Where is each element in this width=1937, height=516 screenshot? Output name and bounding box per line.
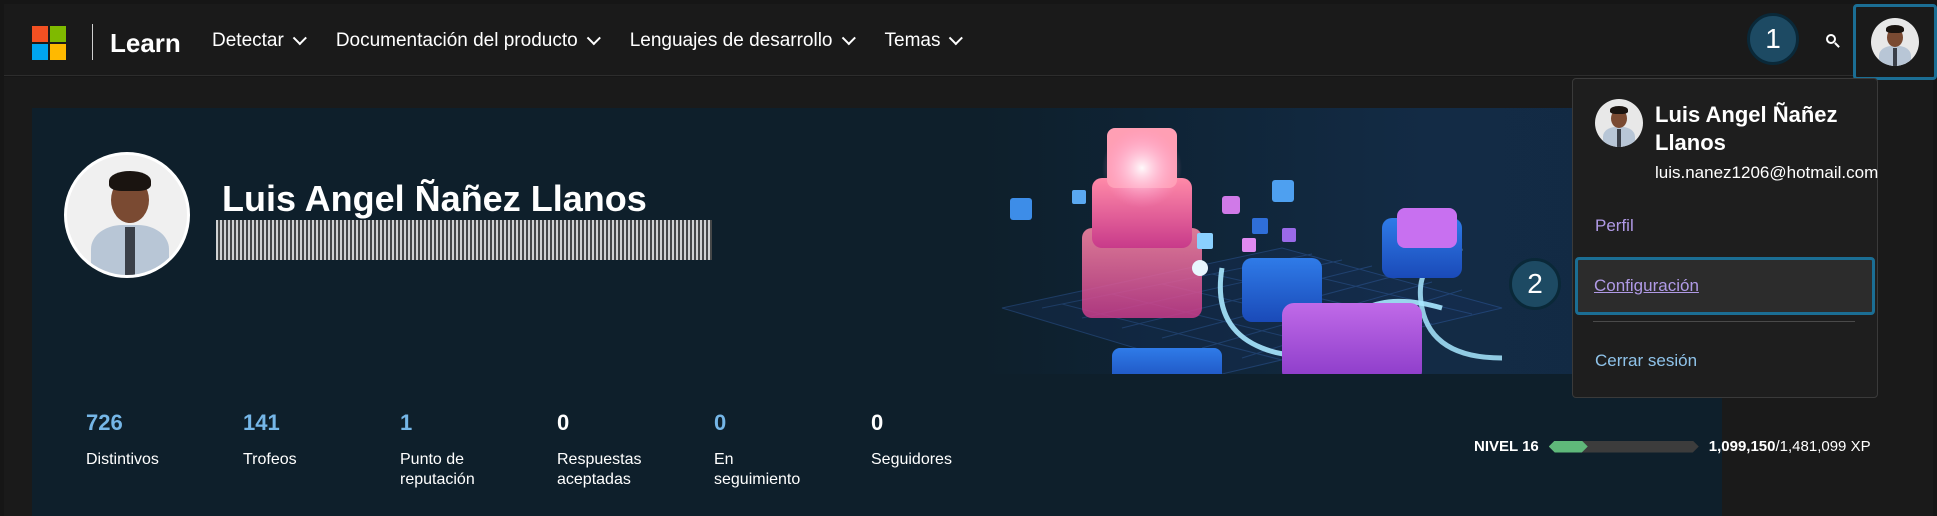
xp-readout: 1,099,150/1,481,099 XP [1708,438,1871,455]
profile-avatar[interactable] [64,152,190,278]
profile-stats: 726 Distintivos 141 Trofeos 1 Punto de r… [86,410,1028,490]
profile-name: Luis Angel Ñañez Llanos [222,178,647,219]
menu-item-profile[interactable]: Perfil [1595,216,1634,236]
chevron-down-icon [949,31,964,46]
profile-hero: Luis Angel Ñañez Llanos 726 Distintivos … [32,108,1871,516]
chevron-down-icon [841,31,856,46]
redacted-text [216,220,712,260]
nav-temas[interactable]: Temas [885,30,964,52]
stat-reputacion[interactable]: 1 Punto de reputación [400,410,557,490]
account-avatar-button[interactable] [1853,4,1937,80]
main-menu: Detectar Documentación del producto Leng… [212,30,964,52]
stat-seguidores: 0 Seguidores [871,410,952,468]
menu-item-settings[interactable]: Configuración [1575,257,1875,315]
menu-item-logout[interactable]: Cerrar sesión [1595,351,1697,371]
menu-user-name: Luis Angel Ñañez Llanos [1655,102,1838,155]
stat-seguimiento[interactable]: 0 En seguimiento [714,410,871,490]
brand-title[interactable]: Learn [110,28,181,59]
brand-divider [92,24,93,60]
search-icon[interactable] [1826,34,1840,48]
xp-progress-bar [1548,439,1699,455]
level-label: NIVEL 16 [1474,438,1539,455]
menu-divider [1593,321,1855,322]
step-callout-1: 1 [1747,13,1799,65]
nav-detectar[interactable]: Detectar [212,30,307,52]
microsoft-logo[interactable] [32,26,66,60]
menu-item-settings-label: Configuración [1594,276,1699,295]
stat-trofeos[interactable]: 141 Trofeos [243,410,400,490]
level-progress: NIVEL 16 1,099,150/1,481,099 XP [1474,438,1871,455]
chevron-down-icon [586,31,601,46]
menu-user-email: luis.nanez1206@hotmail.com [1655,163,1879,182]
account-menu: Luis Angel Ñañez Llanos luis.nanez1206@h… [1572,78,1878,398]
menu-avatar [1595,99,1643,147]
chevron-down-icon [292,31,307,46]
stat-respuestas: 0 Respuestas aceptadas [557,410,642,488]
stat-distintivos[interactable]: 726 Distintivos [86,410,243,490]
nav-documentacion[interactable]: Documentación del producto [336,30,601,52]
avatar [1871,18,1919,66]
top-navigation: Learn Detectar Documentación del product… [4,4,1933,76]
nav-lenguajes[interactable]: Lenguajes de desarrollo [630,30,856,52]
step-callout-2: 2 [1509,258,1561,310]
